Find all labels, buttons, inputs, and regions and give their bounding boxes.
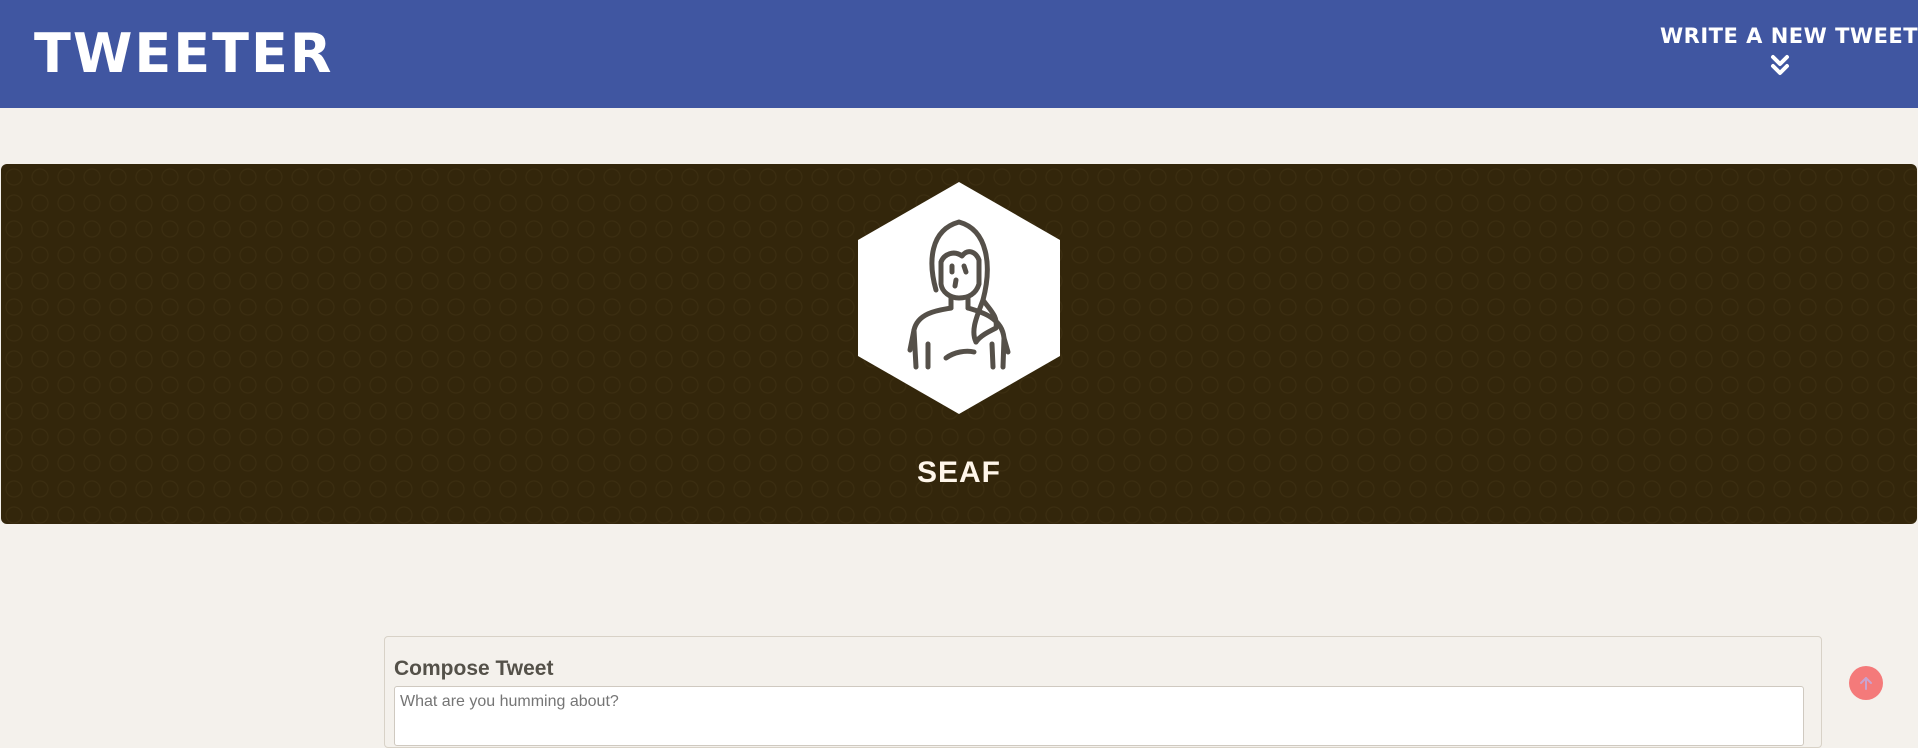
compose-tweet-section: Compose Tweet [384,636,1822,748]
tweet-text-input[interactable] [394,686,1804,746]
arrow-up-icon [1860,677,1872,690]
profile-username: SEAF [916,456,1001,489]
scroll-to-top-button[interactable] [1849,666,1883,700]
write-new-tweet-label[interactable]: WRITE A NEW TWEET [1660,24,1918,48]
brand-logo[interactable]: TWEETER [34,24,333,84]
compose-title: Compose Tweet [394,657,554,680]
user-avatar-icon [858,182,1060,414]
write-new-tweet-toggle[interactable]: WRITE A NEW TWEET [1660,24,1918,76]
profile-header: SEAF [1,164,1917,524]
top-navbar: TWEETER WRITE A NEW TWEET [0,0,1918,108]
double-chevron-down-icon[interactable] [1770,54,1790,76]
